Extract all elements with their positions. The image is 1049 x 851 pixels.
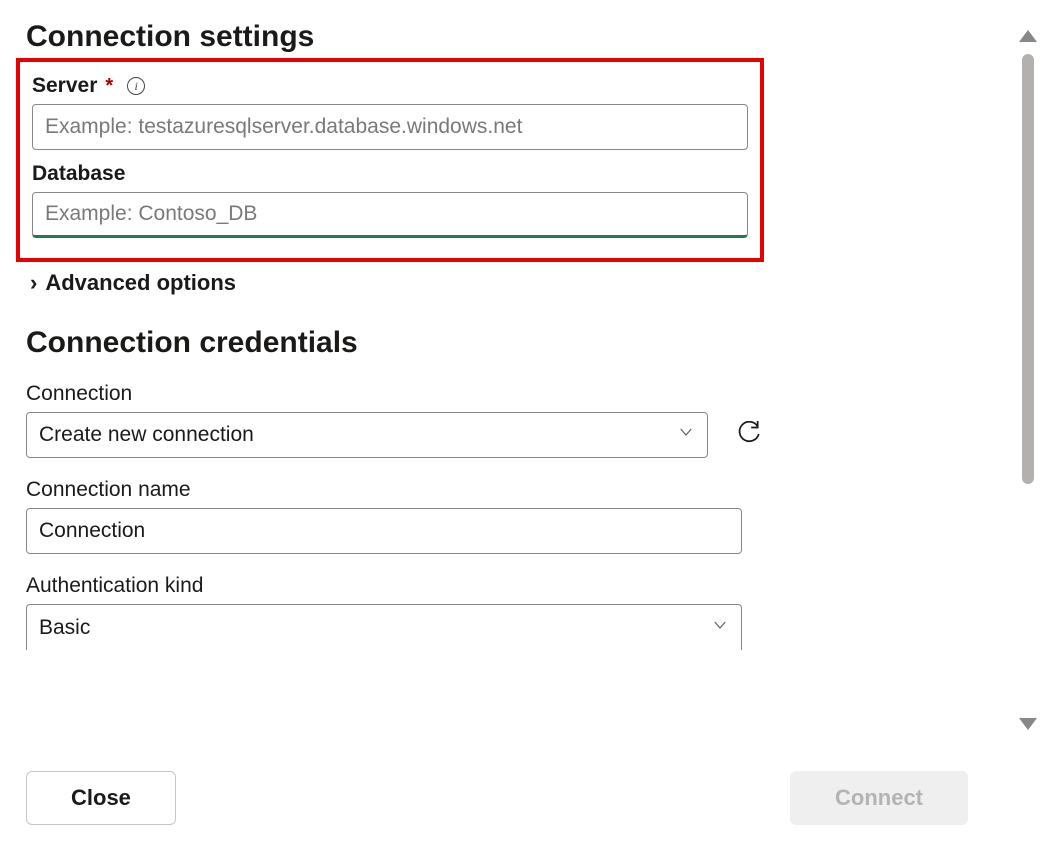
connection-name-input[interactable] [26,508,742,554]
server-input[interactable] [32,104,748,150]
connection-name-field-block: Connection name [26,478,766,554]
footer-bar: Close Connect [0,771,1000,851]
scroll-down-icon[interactable] [1019,718,1037,730]
database-label-row: Database [32,162,748,186]
content-area: Connection settings Server * i Database … [0,0,1000,851]
auth-kind-select[interactable]: Basic [26,604,742,650]
database-input[interactable] [32,192,748,238]
required-indicator: * [105,76,113,96]
connect-button[interactable]: Connect [790,771,968,825]
connection-settings-heading: Connection settings [26,20,974,54]
chevron-right-icon: › [30,272,37,294]
auth-kind-select-value: Basic [39,616,90,640]
database-field-block: Database [32,162,748,238]
connection-name-label: Connection name [26,478,766,502]
advanced-options-label: Advanced options [45,270,236,296]
connection-select-row: Create new connection [26,412,766,458]
server-label: Server [32,74,97,98]
connection-settings-highlight: Server * i Database [16,58,764,262]
refresh-connection-button[interactable] [732,417,766,454]
connection-credentials-section: Connection credentials Connection Create… [26,326,766,650]
connection-label: Connection [26,382,766,406]
connection-select-value: Create new connection [39,423,254,447]
chevron-down-icon [711,616,729,640]
scroll-track[interactable] [1022,54,1034,706]
dialog-viewport: Connection settings Server * i Database … [0,0,1049,851]
server-label-row: Server * i [32,74,748,98]
server-field-block: Server * i [32,74,748,150]
connection-select[interactable]: Create new connection [26,412,708,458]
refresh-icon [736,421,762,450]
info-icon[interactable]: i [127,77,145,95]
auth-kind-label: Authentication kind [26,574,766,598]
chevron-down-icon [677,423,695,447]
scroll-up-icon[interactable] [1019,30,1037,42]
connection-field-block: Connection Create new connection [26,382,766,458]
close-button[interactable]: Close [26,771,176,825]
scrollbar[interactable] [1017,30,1039,730]
scroll-thumb[interactable] [1022,54,1034,484]
connection-credentials-heading: Connection credentials [26,326,766,360]
advanced-options-toggle[interactable]: › Advanced options [30,270,974,296]
auth-kind-field-block: Authentication kind Basic [26,574,766,650]
database-label: Database [32,162,125,186]
